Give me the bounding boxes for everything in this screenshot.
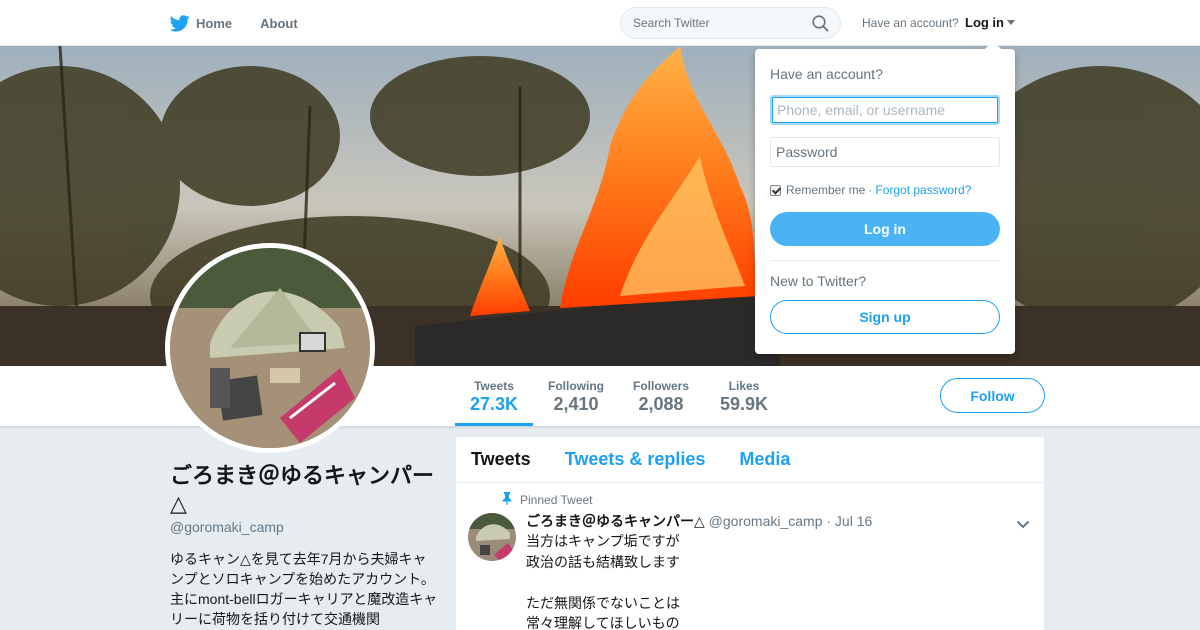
twitter-bird-icon [170, 14, 190, 32]
search-input[interactable] [633, 16, 803, 30]
profile-bio: ゆるキャン△を見て去年7月から夫婦キャンプとソロキャンプを始めたアカウント。主に… [170, 551, 438, 627]
login-link-label: Log in [965, 15, 1004, 30]
timeline-tabs: Tweets Tweets & replies Media [456, 437, 1044, 483]
tweet-text: 当方はキャンプ垢ですが 政治の話も結構致します ただ無関係でないことは 常々理解… [526, 531, 1006, 630]
stat-following-label: Following [548, 379, 604, 393]
tweet-line [526, 572, 1006, 593]
tweet-header: ごろまき＠ゆるキャンパー△ @goromaki_camp · Jul 16 [526, 511, 872, 531]
separator-dot: · [868, 183, 873, 197]
profile-avatar[interactable] [165, 243, 375, 453]
stat-followers-label: Followers [632, 379, 689, 393]
remember-me-label[interactable]: Remember me [786, 183, 865, 197]
remember-me-checkbox[interactable] [770, 184, 781, 196]
tweet-line: 政治の話も結構致します [526, 553, 680, 570]
tab-tweets-replies[interactable]: Tweets & replies [565, 449, 706, 470]
password-field[interactable] [770, 137, 1000, 167]
pinned-label: Pinned Tweet [502, 492, 593, 508]
tweet-line: 常々理解してほしいもの [526, 615, 680, 630]
timeline: Tweets Tweets & replies Media Pinned Twe… [456, 437, 1044, 630]
stat-tweets[interactable]: Tweets 27.3K [455, 366, 533, 426]
remember-me-row: Remember me · Forgot password? [770, 183, 971, 197]
dropdown-divider [770, 260, 1000, 261]
tweet-date[interactable]: · Jul 16 [826, 513, 872, 529]
top-navigation: Home About Have an account? Log in [0, 0, 1200, 46]
have-account-text: Have an account? [862, 16, 959, 30]
stat-tweets-value: 27.3K [469, 394, 519, 414]
stat-likes-value: 59.9K [719, 394, 769, 414]
tweet-author-handle[interactable]: @goromaki_camp [709, 513, 823, 529]
pinned-tweet-text: Pinned Tweet [520, 493, 593, 507]
tab-tweets[interactable]: Tweets [471, 449, 531, 470]
login-dropdown-toggle[interactable]: Log in [965, 15, 1015, 30]
stat-following-value: 2,410 [553, 394, 599, 414]
stat-following[interactable]: Following 2,410 [541, 366, 611, 426]
tweet-avatar-image [468, 513, 516, 561]
search-icon[interactable] [812, 15, 829, 37]
tab-media[interactable]: Media [739, 449, 790, 470]
nav-left: Home About [170, 0, 326, 46]
signup-button[interactable]: Sign up [770, 300, 1000, 334]
username-field[interactable] [770, 95, 1000, 125]
stat-tweets-label: Tweets [474, 379, 514, 393]
login-button[interactable]: Log in [770, 212, 1000, 246]
tweet-avatar[interactable] [468, 513, 516, 561]
nav-home-label: Home [196, 15, 233, 31]
dropdown-title: Have an account? [770, 66, 883, 82]
nav-home[interactable]: Home [170, 14, 233, 32]
tweet-line: ただ無関係でないことは [526, 594, 680, 611]
caret-down-icon [1007, 20, 1015, 25]
forgot-password-link[interactable]: Forgot password? [875, 183, 971, 197]
profile-name: ごろまき＠ゆるキャンパー△ [170, 463, 435, 516]
tweet-line: 当方はキャンプ垢ですが [526, 533, 680, 549]
tent-avatar-image [170, 248, 370, 448]
login-dropdown: Have an account? Remember me · Forgot pa… [755, 41, 1015, 354]
stat-likes-label: Likes [728, 379, 760, 393]
nav-about[interactable]: About [260, 16, 298, 31]
chevron-down-icon[interactable] [1016, 516, 1030, 534]
new-to-twitter-text: New to Twitter? [770, 273, 867, 289]
dropdown-arrow [985, 41, 1001, 49]
search-box[interactable] [620, 7, 841, 39]
tweet-author-name[interactable]: ごろまき＠ゆるキャンパー△ [526, 513, 705, 529]
stat-followers[interactable]: Followers 2,088 [626, 366, 696, 426]
pin-icon [502, 492, 512, 508]
profile-handle[interactable]: @goromaki_camp [170, 519, 284, 535]
follow-button[interactable]: Follow [940, 378, 1045, 413]
stat-followers-value: 2,088 [638, 394, 684, 414]
stat-likes[interactable]: Likes 59.9K [712, 366, 776, 426]
